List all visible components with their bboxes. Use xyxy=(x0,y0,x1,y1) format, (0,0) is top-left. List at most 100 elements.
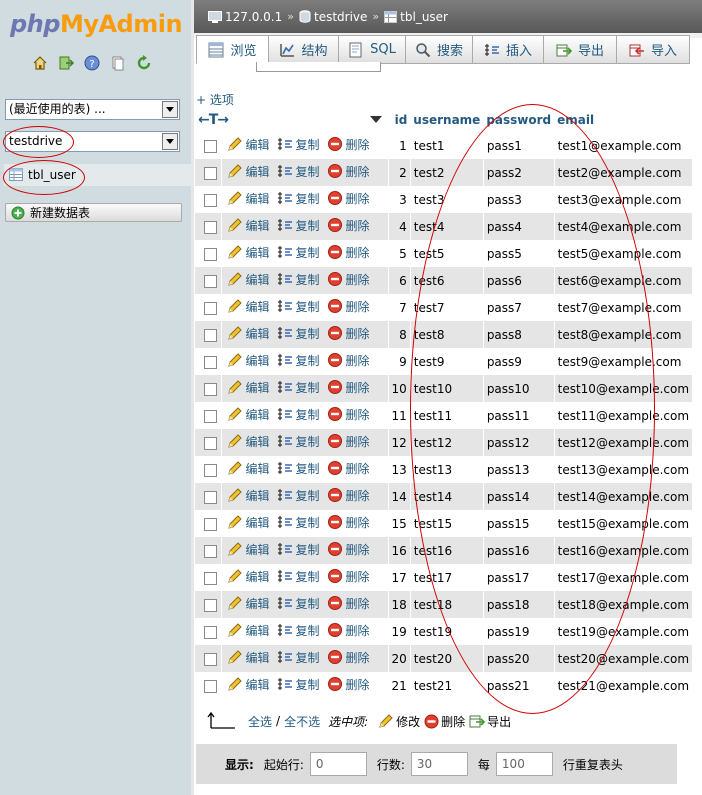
edit-button[interactable]: 编辑 xyxy=(227,271,270,288)
copy-button[interactable]: 复制 xyxy=(277,406,320,423)
edit-button[interactable]: 编辑 xyxy=(227,622,270,639)
edit-button[interactable]: 编辑 xyxy=(227,244,270,261)
delete-button[interactable]: 删除 xyxy=(327,190,370,207)
copy-button[interactable]: 复制 xyxy=(277,541,320,558)
tab-structure[interactable]: 结构 xyxy=(269,35,339,64)
delete-button[interactable]: 删除 xyxy=(327,568,370,585)
table-row[interactable]: 编辑 复制 删除 8 test8 pass8 test8@example.com xyxy=(195,321,694,348)
delete-button[interactable]: 删除 xyxy=(327,541,370,558)
column-header-email[interactable]: email xyxy=(554,107,693,132)
edit-button[interactable]: 编辑 xyxy=(227,433,270,450)
edit-button[interactable]: 编辑 xyxy=(227,649,270,666)
table-row[interactable]: 编辑 复制 删除 16 test16 pass16 test16@example.com xyxy=(195,537,694,564)
row-checkbox[interactable] xyxy=(204,355,217,369)
bulk-export-button[interactable]: 导出 xyxy=(469,713,511,730)
column-header-username[interactable]: username xyxy=(410,107,484,132)
copy-button[interactable]: 复制 xyxy=(277,136,320,153)
delete-button[interactable]: 删除 xyxy=(327,136,370,153)
table-row[interactable]: 编辑 复制 删除 6 test6 pass6 test6@example.com xyxy=(195,267,694,294)
copy-button[interactable]: 复制 xyxy=(277,352,320,369)
copy-button[interactable]: 复制 xyxy=(277,595,320,612)
table-row[interactable]: 编辑 复制 删除 1 test1 pass1 test1@example.com xyxy=(195,132,694,159)
copy-button[interactable]: 复制 xyxy=(277,244,320,261)
edit-button[interactable]: 编辑 xyxy=(227,136,270,153)
row-checkbox[interactable] xyxy=(204,517,217,531)
delete-button[interactable]: 删除 xyxy=(327,622,370,639)
table-row[interactable]: 编辑 复制 删除 11 test11 pass11 test11@example.com xyxy=(195,402,694,429)
tab-sql[interactable]: SQL xyxy=(339,35,406,64)
tab-insert[interactable]: 插入 xyxy=(473,35,544,64)
sort-select[interactable] xyxy=(256,62,381,72)
row-checkbox[interactable] xyxy=(204,409,217,423)
delete-button[interactable]: 删除 xyxy=(327,379,370,396)
repeat-header-input[interactable]: 100 xyxy=(495,752,553,776)
table-row[interactable]: 编辑 复制 删除 21 test21 pass21 test21@example.com xyxy=(195,672,694,699)
row-checkbox[interactable] xyxy=(204,247,217,261)
delete-button[interactable]: 删除 xyxy=(327,325,370,342)
copy-button[interactable]: 复制 xyxy=(277,622,320,639)
table-row[interactable]: 编辑 复制 删除 4 test4 pass4 test4@example.com xyxy=(195,213,694,240)
delete-button[interactable]: 删除 xyxy=(327,460,370,477)
edit-button[interactable]: 编辑 xyxy=(227,379,270,396)
copy-button[interactable]: 复制 xyxy=(277,163,320,180)
home-icon[interactable] xyxy=(31,54,49,72)
table-row[interactable]: 编辑 复制 删除 17 test17 pass17 test17@example.com xyxy=(195,564,694,591)
edit-button[interactable]: 编辑 xyxy=(227,406,270,423)
edit-button[interactable]: 编辑 xyxy=(227,352,270,369)
recent-tables-select[interactable]: (最近使用的表) ... xyxy=(5,99,180,120)
select-all-link[interactable]: 全选 xyxy=(248,713,272,730)
row-checkbox[interactable] xyxy=(204,571,217,585)
table-row[interactable]: 编辑 复制 删除 15 test15 pass15 test15@example.com xyxy=(195,510,694,537)
copy-button[interactable]: 复制 xyxy=(277,190,320,207)
edit-button[interactable]: 编辑 xyxy=(227,460,270,477)
bulk-modify-button[interactable]: 修改 xyxy=(378,713,420,730)
delete-button[interactable]: 删除 xyxy=(327,406,370,423)
delete-button[interactable]: 删除 xyxy=(327,271,370,288)
copy-button[interactable]: 复制 xyxy=(277,460,320,477)
logout-icon[interactable] xyxy=(57,54,75,72)
copy-button[interactable]: 复制 xyxy=(277,487,320,504)
copy-button[interactable]: 复制 xyxy=(277,325,320,342)
options-link[interactable]: + 选项 xyxy=(196,91,234,108)
tab-import[interactable]: 导入 xyxy=(617,35,690,64)
delete-button[interactable]: 删除 xyxy=(327,676,370,693)
tab-search[interactable]: 搜索 xyxy=(406,35,473,64)
copy-button[interactable]: 复制 xyxy=(277,514,320,531)
breadcrumb-server[interactable]: 127.0.0.1 xyxy=(225,10,282,24)
row-checkbox[interactable] xyxy=(204,382,217,396)
table-row[interactable]: 编辑 复制 删除 14 test14 pass14 test14@example.com xyxy=(195,483,694,510)
row-checkbox[interactable] xyxy=(204,652,217,666)
row-checkbox[interactable] xyxy=(204,436,217,450)
delete-button[interactable]: 删除 xyxy=(327,217,370,234)
chevron-down-icon[interactable] xyxy=(162,133,178,150)
new-table-button[interactable]: 新建数据表 xyxy=(5,203,182,222)
copy-button[interactable]: 复制 xyxy=(277,217,320,234)
start-row-input[interactable]: 0 xyxy=(309,752,367,776)
phpmyadmin-logo[interactable]: phpMyAdmin xyxy=(10,9,183,39)
row-checkbox[interactable] xyxy=(204,463,217,477)
table-row[interactable]: 编辑 复制 删除 2 test2 pass2 test2@example.com xyxy=(195,159,694,186)
tab-export[interactable]: 导出 xyxy=(544,35,617,64)
table-row[interactable]: 编辑 复制 删除 20 test20 pass20 test20@example.com xyxy=(195,645,694,672)
table-row[interactable]: 编辑 复制 删除 3 test3 pass3 test3@example.com xyxy=(195,186,694,213)
delete-button[interactable]: 删除 xyxy=(327,433,370,450)
table-row[interactable]: 编辑 复制 删除 18 test18 pass18 test18@example.com xyxy=(195,591,694,618)
table-row[interactable]: 编辑 复制 删除 9 test9 pass9 test9@example.com xyxy=(195,348,694,375)
table-row[interactable]: 编辑 复制 删除 13 test13 pass13 test13@example.com xyxy=(195,456,694,483)
row-checkbox[interactable] xyxy=(204,166,217,180)
copy-button[interactable]: 复制 xyxy=(277,271,320,288)
delete-button[interactable]: 删除 xyxy=(327,514,370,531)
row-checkbox[interactable] xyxy=(204,679,217,693)
row-checkbox[interactable] xyxy=(204,139,217,153)
edit-button[interactable]: 编辑 xyxy=(227,325,270,342)
copy-button[interactable]: 复制 xyxy=(277,568,320,585)
row-checkbox[interactable] xyxy=(204,598,217,612)
edit-button[interactable]: 编辑 xyxy=(227,298,270,315)
tab-browse[interactable]: 浏览 xyxy=(196,35,269,64)
breadcrumb-database[interactable]: testdrive xyxy=(314,10,367,24)
row-checkbox[interactable] xyxy=(204,301,217,315)
copy-button[interactable]: 复制 xyxy=(277,676,320,693)
docs-icon[interactable] xyxy=(109,54,127,72)
edit-button[interactable]: 编辑 xyxy=(227,595,270,612)
edit-button[interactable]: 编辑 xyxy=(227,568,270,585)
